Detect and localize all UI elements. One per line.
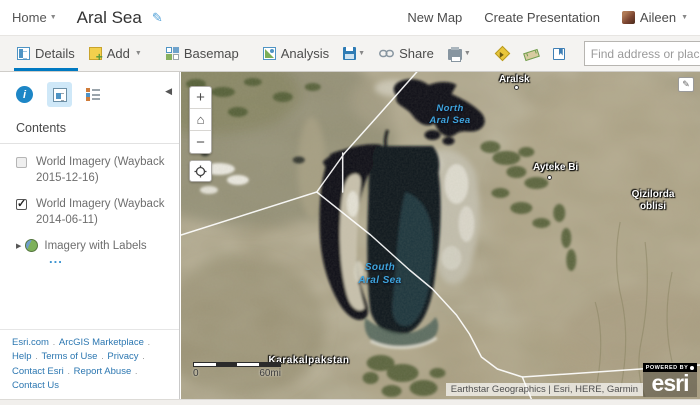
page-title: Aral Sea xyxy=(76,7,142,27)
top-right-nav: New Map Create Presentation Aileen ▼ xyxy=(407,10,688,25)
details-button[interactable]: Details xyxy=(10,36,82,71)
edit-title-icon[interactable]: ✎ xyxy=(152,10,163,26)
footer-link[interactable]: Terms of Use xyxy=(41,351,97,362)
details-panel: i ◀ Contents World Imagery (Wayback 2015… xyxy=(0,72,180,399)
zoom-out-button[interactable]: − xyxy=(190,131,211,153)
user-menu[interactable]: Aileen ▼ xyxy=(621,10,688,25)
search-input[interactable] xyxy=(584,46,700,61)
user-name: Aileen xyxy=(639,10,677,25)
chevron-down-icon: ▼ xyxy=(681,14,688,21)
add-button[interactable]: Add ▼ xyxy=(82,36,149,71)
content-tab[interactable] xyxy=(47,82,72,107)
directions-button[interactable] xyxy=(488,36,517,71)
layer-checkbox[interactable] xyxy=(16,157,27,168)
layer-item: World Imagery (Wayback 2015-12-16) xyxy=(0,144,179,186)
contents-heading: Contents xyxy=(16,121,67,135)
legend-tab[interactable] xyxy=(86,87,101,102)
find-my-location-button[interactable] xyxy=(189,160,212,182)
home-label: Home xyxy=(12,10,47,25)
chevron-down-icon: ▼ xyxy=(49,14,57,21)
new-map-link[interactable]: New Map xyxy=(407,10,462,25)
footer-link[interactable]: Report Abuse xyxy=(74,366,132,377)
esri-wordmark: esri xyxy=(643,372,697,397)
measure-button[interactable] xyxy=(517,36,546,71)
analysis-label: Analysis xyxy=(280,46,330,61)
esri-logo[interactable]: POWERED BY esri xyxy=(643,363,697,397)
link-icon xyxy=(379,49,395,58)
logo-dot xyxy=(690,365,695,370)
footer-link[interactable]: Contact Esri xyxy=(12,366,64,377)
save-icon xyxy=(343,47,357,60)
layer-item: World Imagery (Wayback 2014-06-11) xyxy=(0,186,179,228)
add-icon xyxy=(88,47,103,64)
layer-checkbox[interactable] xyxy=(16,197,27,212)
print-icon xyxy=(447,47,462,62)
basemap-icon xyxy=(165,47,179,60)
layer-item: ▶ Imagery with Labels xyxy=(0,228,179,255)
create-presentation-link[interactable]: Create Presentation xyxy=(484,10,600,25)
layer-label[interactable]: World Imagery (Wayback 2015-12-16) xyxy=(36,155,169,186)
scale-distance: 60mi xyxy=(259,368,281,379)
chevron-down-icon: ▼ xyxy=(463,50,471,57)
chevron-down-icon: ▼ xyxy=(134,50,142,57)
print-button[interactable]: ▼ xyxy=(441,36,478,71)
share-button[interactable]: Share xyxy=(372,36,441,71)
home-menu[interactable]: Home ▼ xyxy=(12,10,57,25)
panel-tabs: i ◀ xyxy=(0,72,179,115)
footer-separator: . xyxy=(132,365,138,377)
home-extent-button[interactable]: ⌂ xyxy=(190,109,211,131)
zoom-in-button[interactable]: + xyxy=(190,87,211,109)
footer-separator: . xyxy=(49,337,58,348)
save-button[interactable]: ▼ xyxy=(336,36,372,71)
footer-link[interactable]: Esri.com xyxy=(12,337,49,348)
arcgis-map-viewer: Home ▼ Aral Sea ✎ New Map Create Present… xyxy=(0,0,700,405)
collapse-panel-icon[interactable]: ◀ xyxy=(165,86,172,97)
about-tab[interactable]: i xyxy=(16,86,33,103)
footer-separator: . xyxy=(139,351,145,363)
bookmarks-button[interactable] xyxy=(546,36,572,71)
scale-start: 0 xyxy=(193,368,199,379)
basemap-button[interactable]: Basemap xyxy=(159,36,246,71)
footer-separator: . xyxy=(64,365,73,377)
footer-links: Esri.com . ArcGIS Marketplace . Help . T… xyxy=(0,329,179,395)
zoom-controls: + ⌂ − xyxy=(189,86,212,154)
footer-link[interactable]: ArcGIS Marketplace xyxy=(59,337,144,348)
layer-overflow-menu[interactable]: ... xyxy=(49,252,179,265)
expand-arrow-icon[interactable]: ▶ xyxy=(16,242,21,251)
details-icon xyxy=(17,47,30,60)
add-label: Add xyxy=(106,46,130,61)
scale-bar: 0 60mi xyxy=(193,362,281,379)
bookmarks-icon xyxy=(552,47,565,60)
footer-separator: . xyxy=(98,351,107,363)
details-label: Details xyxy=(35,46,75,61)
map-canvas[interactable]: Aralsk North Aral Sea Ayteke Bi Qizilorda… xyxy=(181,72,700,399)
top-bar: Home ▼ Aral Sea ✎ New Map Create Present… xyxy=(0,0,700,35)
map-edit-icon[interactable]: ✎ xyxy=(678,77,694,92)
footer-link[interactable]: Contact Us xyxy=(12,380,59,391)
chevron-down-icon: ▼ xyxy=(358,50,366,57)
globe-icon xyxy=(25,239,39,253)
footer-separator: . xyxy=(32,351,41,363)
search-box xyxy=(583,41,700,66)
footer-link[interactable]: Help xyxy=(12,351,32,362)
satellite-imagery xyxy=(181,72,700,399)
footer-separator: . xyxy=(144,337,151,348)
measure-icon xyxy=(522,48,540,62)
map-attribution: Earthstar Geographics | Esri, HERE, Garm… xyxy=(445,383,643,396)
share-label: Share xyxy=(399,46,434,61)
basemap-label: Basemap xyxy=(183,46,239,61)
layer-label[interactable]: World Imagery (Wayback 2014-06-11) xyxy=(36,197,169,228)
locate-icon xyxy=(194,165,207,177)
avatar xyxy=(621,11,635,24)
analysis-button[interactable]: Analysis xyxy=(256,36,336,71)
analysis-icon xyxy=(262,47,276,60)
content-icon xyxy=(52,87,67,102)
directions-icon xyxy=(494,45,511,62)
footer-link[interactable]: Privacy xyxy=(107,351,138,362)
page-bottom-strip xyxy=(0,399,700,405)
map-toolbar: Details Add ▼ Basemap Analysis ▼ Share ▼ xyxy=(0,35,700,72)
